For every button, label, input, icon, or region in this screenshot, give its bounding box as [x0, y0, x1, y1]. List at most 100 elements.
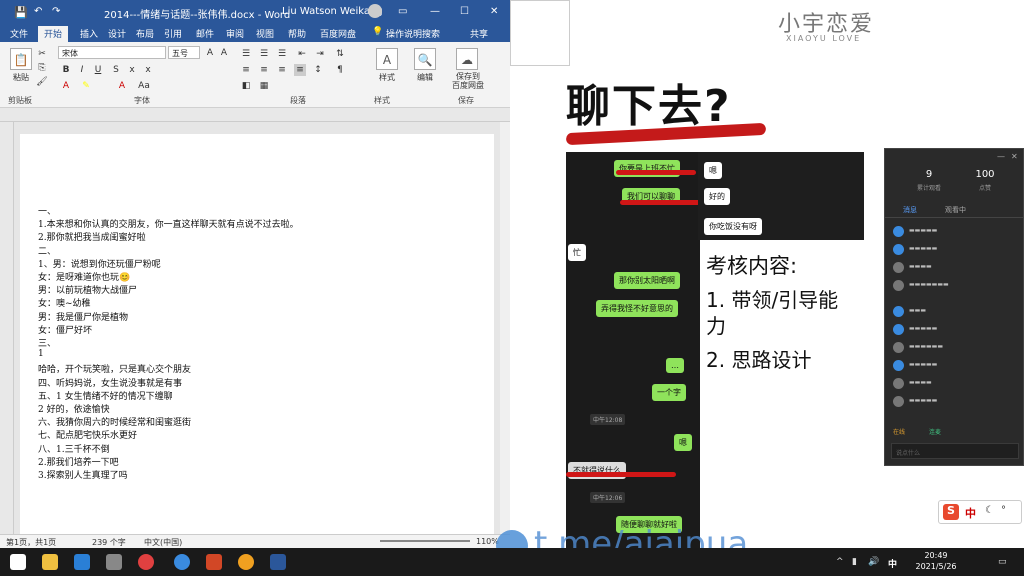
minimize-icon[interactable]: —	[430, 6, 440, 17]
chat-input[interactable]: 说点什么	[891, 443, 1019, 459]
app-icon[interactable]	[238, 554, 254, 570]
subscript-icon[interactable]: x	[126, 64, 138, 76]
paste-icon[interactable]: 📋	[10, 48, 32, 70]
grow-font-icon[interactable]: A	[204, 47, 216, 59]
styles-icon[interactable]: A	[376, 48, 398, 70]
tab-messages[interactable]: 消息	[903, 205, 917, 215]
document-line[interactable]: 六、我猜你周六的时候经常和闺蜜逛街	[38, 415, 191, 428]
document-line[interactable]: 二、	[38, 244, 56, 257]
zoom-slider[interactable]	[380, 540, 470, 542]
start-icon[interactable]	[10, 554, 26, 570]
camera-icon[interactable]	[106, 554, 122, 570]
document-line[interactable]: 哈哈，开个玩笑啦，只是真心交个朋友	[38, 362, 191, 375]
document-line[interactable]: 女：僵尸好坏	[38, 323, 92, 336]
edge-icon[interactable]	[174, 554, 190, 570]
close-icon[interactable]: ✕	[1011, 152, 1018, 161]
horizontal-ruler[interactable]	[0, 108, 510, 122]
superscript-icon[interactable]: x	[142, 64, 154, 76]
shading-icon[interactable]: ◧	[240, 80, 252, 92]
punctuation-icon[interactable]: °	[1001, 505, 1006, 516]
document-line[interactable]: 1.本来想和你认真的交朋友，你一直这样聊天就有点说不过去啦。	[38, 217, 299, 230]
align-left-icon[interactable]: ≡	[240, 64, 252, 76]
format-painter-icon[interactable]: 🖌	[36, 76, 48, 88]
document-line[interactable]: 1	[38, 349, 44, 359]
chevron-up-icon[interactable]: ^	[836, 557, 844, 567]
document-line[interactable]: 2.那你就把我当成闺蜜好啦	[38, 230, 146, 243]
font-name-select[interactable]: 宋体	[58, 46, 166, 59]
tab-insert[interactable]: 插入	[80, 27, 98, 40]
align-right-icon[interactable]: ≡	[276, 64, 288, 76]
word-count[interactable]: 239 个字	[92, 537, 126, 548]
document-line[interactable]: 2.那我们培养一下吧	[38, 455, 119, 468]
avatar[interactable]	[368, 4, 382, 18]
ime-toolbar[interactable]: S 中 ☾ °	[938, 500, 1022, 524]
clock[interactable]: 20:49 2021/5/26	[906, 550, 966, 572]
tab-design[interactable]: 设计	[108, 27, 126, 40]
tab-view[interactable]: 视图	[256, 27, 274, 40]
document-line[interactable]: 八、1.三千杯不倒	[38, 442, 110, 455]
document-line[interactable]: 三、	[38, 336, 56, 349]
increase-indent-icon[interactable]: ⇥	[314, 48, 326, 60]
minimize-icon[interactable]: —	[997, 152, 1005, 161]
shrink-font-icon[interactable]: A	[218, 47, 230, 59]
vertical-scrollbar[interactable]	[500, 122, 510, 534]
moon-icon[interactable]: ☾	[985, 505, 994, 516]
page-count[interactable]: 第1页，共1页	[6, 537, 56, 548]
document-line[interactable]: 一、	[38, 204, 56, 217]
tab-file[interactable]: 文件	[10, 27, 28, 40]
tab-help[interactable]: 帮助	[288, 27, 306, 40]
ime-mode[interactable]: 中	[965, 505, 976, 521]
online-status[interactable]: 在线	[893, 427, 905, 436]
document-line[interactable]: 2 好的，依途愉快	[38, 402, 110, 415]
document-line[interactable]: 女：噢~幼稚	[38, 296, 91, 309]
file-explorer-icon[interactable]	[42, 554, 58, 570]
borders-icon[interactable]: ▦	[258, 80, 270, 92]
font-color-icon[interactable]: A	[116, 80, 128, 92]
volume-icon[interactable]: 🔊	[868, 557, 879, 567]
italic-icon[interactable]: I	[76, 64, 88, 76]
document-line[interactable]: 男：我是僵尸你是植物	[38, 310, 128, 323]
change-case-icon[interactable]: Aa	[138, 80, 150, 92]
multilevel-list-icon[interactable]: ☰	[276, 48, 288, 60]
document-line[interactable]: 男：以前玩植物大战僵尸	[38, 283, 137, 296]
tab-mailings[interactable]: 邮件	[196, 27, 214, 40]
vertical-ruler[interactable]	[0, 122, 14, 534]
redo-icon[interactable]: ↷	[52, 6, 60, 17]
bold-icon[interactable]: B	[60, 64, 72, 76]
tab-references[interactable]: 引用	[164, 27, 182, 40]
tab-baidu-pan[interactable]: 百度网盘	[320, 27, 356, 40]
copy-icon[interactable]: ⎘	[36, 62, 48, 74]
ime-tray[interactable]: 中	[888, 557, 897, 570]
document-page[interactable]: 一、 1.本来想和你认真的交朋友，你一直这样聊天就有点说不过去啦。 2.那你就把我当…	[20, 134, 494, 534]
document-line[interactable]: 1、男：说想到你还玩僵尸粉呢	[38, 257, 161, 270]
tell-me-search[interactable]: 操作说明搜索	[386, 27, 440, 40]
mail-icon[interactable]	[74, 554, 90, 570]
save-icon[interactable]: 💾	[14, 6, 28, 19]
editing-icon[interactable]: 🔍	[414, 48, 436, 70]
word-icon[interactable]	[270, 554, 286, 570]
chrome-icon[interactable]	[138, 554, 154, 570]
notification-icon[interactable]: ▭	[998, 557, 1007, 567]
powerpoint-icon[interactable]	[206, 554, 222, 570]
align-center-icon[interactable]: ≡	[258, 64, 270, 76]
ribbon-display-icon[interactable]: ▭	[398, 6, 407, 17]
decrease-indent-icon[interactable]: ⇤	[296, 48, 308, 60]
document-line[interactable]: 3.探索别人生真理了吗	[38, 468, 128, 481]
justify-icon[interactable]: ≡	[294, 64, 306, 76]
undo-icon[interactable]: ↶	[34, 6, 42, 17]
show-marks-icon[interactable]: ¶	[334, 64, 346, 76]
sort-icon[interactable]: ⇅	[334, 48, 346, 60]
underline-icon[interactable]: U	[92, 64, 104, 76]
text-effects-icon[interactable]: A	[60, 80, 72, 92]
mic-status[interactable]: 连麦	[929, 427, 941, 436]
document-line[interactable]: 五、1 女生情绪不好的情况下缠聊	[38, 389, 173, 402]
tab-home[interactable]: 开始	[38, 26, 69, 42]
word-window[interactable]: 💾 ↶ ↷ 2014---情绪与话题--张伟伟.docx - Word Liu …	[0, 0, 510, 548]
document-line[interactable]: 女：是呀难道你也玩😊	[38, 270, 130, 283]
title-bar[interactable]: 💾 ↶ ↷ 2014---情绪与话题--张伟伟.docx - Word Liu …	[0, 0, 510, 24]
strikethrough-icon[interactable]: S	[110, 64, 122, 76]
line-spacing-icon[interactable]: ↕	[312, 64, 324, 76]
tab-viewers[interactable]: 观看中	[945, 205, 966, 215]
share-button[interactable]: 共享	[470, 27, 488, 40]
bullets-icon[interactable]: ☰	[240, 48, 252, 60]
